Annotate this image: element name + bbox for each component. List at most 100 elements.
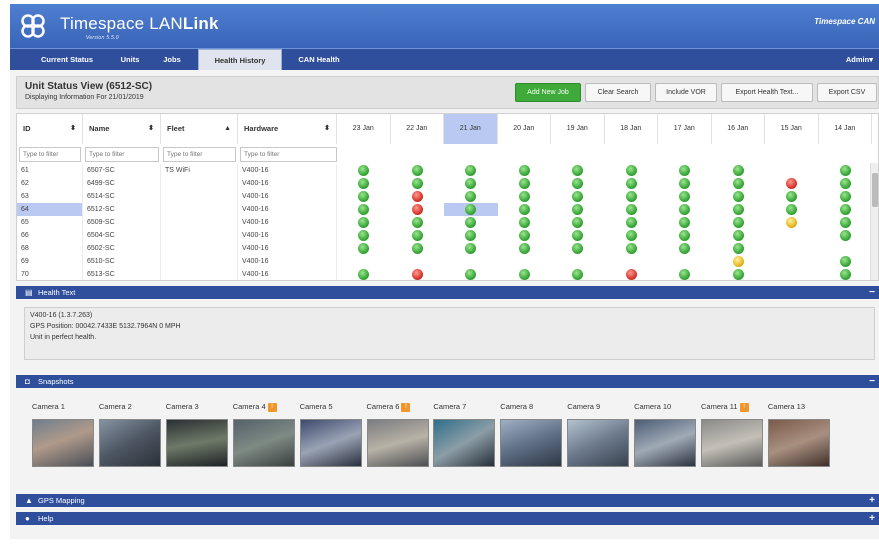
camera-snapshot[interactable]: Camera 1 [32, 401, 96, 467]
status-cell[interactable] [391, 177, 445, 190]
status-cell[interactable] [498, 268, 552, 280]
status-cell[interactable] [712, 177, 766, 190]
status-ok-icon[interactable] [839, 230, 851, 241]
status-ok-icon[interactable] [411, 165, 423, 176]
id-filter-input[interactable] [19, 147, 81, 162]
status-cell[interactable] [605, 216, 659, 229]
status-cell[interactable] [551, 268, 605, 280]
nav-current-status[interactable]: Current Status [28, 49, 106, 70]
status-ok-icon[interactable] [358, 165, 370, 176]
status-cell[interactable] [658, 177, 712, 190]
column-header-date[interactable]: 22 Jan [391, 114, 444, 144]
status-cell[interactable] [498, 190, 552, 203]
status-cell[interactable] [819, 190, 873, 203]
table-row[interactable]: 70 6513-SC V400-16 [17, 268, 872, 280]
camera-thumbnail-image[interactable] [165, 419, 228, 467]
status-ok-icon[interactable] [786, 191, 798, 202]
status-ok-icon[interactable] [465, 230, 477, 241]
camera-snapshot[interactable]: Camera 7 [433, 401, 497, 467]
status-ok-icon[interactable] [839, 269, 851, 280]
status-cell[interactable] [337, 216, 391, 229]
status-cell[interactable] [712, 203, 766, 216]
status-cell[interactable] [658, 216, 712, 229]
health-text-area[interactable]: V400-16 (1.3.7.263) GPS Position: 00042.… [24, 307, 875, 360]
status-cell[interactable] [551, 190, 605, 203]
status-cell[interactable] [498, 164, 552, 177]
status-ok-icon[interactable] [572, 178, 584, 189]
status-cell[interactable] [337, 268, 391, 280]
camera-thumbnail-image[interactable] [98, 419, 161, 467]
status-ok-icon[interactable] [518, 217, 530, 228]
status-ok-icon[interactable] [625, 230, 637, 241]
status-cell[interactable] [498, 203, 552, 216]
status-ok-icon[interactable] [679, 191, 691, 202]
status-cell[interactable] [444, 164, 498, 177]
status-ok-icon[interactable] [358, 269, 370, 280]
camera-thumbnail-image[interactable] [232, 419, 295, 467]
status-ok-icon[interactable] [732, 178, 744, 189]
column-header-date[interactable]: 23 Jan [337, 114, 391, 144]
table-row[interactable]: 66 6504-SC V400-16 [17, 229, 872, 242]
status-cell[interactable] [658, 242, 712, 255]
camera-snapshot[interactable]: Camera 9 [567, 401, 631, 467]
camera-thumbnail-image[interactable] [701, 419, 763, 467]
admin-menu[interactable]: Admin▾ [846, 49, 873, 70]
camera-snapshot[interactable]: Camera 4! [232, 401, 297, 467]
camera-thumbnail-image[interactable] [433, 419, 496, 467]
status-ok-icon[interactable] [411, 217, 423, 228]
status-cell[interactable] [498, 229, 552, 242]
camera-snapshot[interactable]: Camera 6! [366, 401, 431, 467]
status-ok-icon[interactable] [732, 165, 744, 176]
status-ok-icon[interactable] [679, 217, 691, 228]
column-header-date[interactable]: 15 Jan [765, 114, 819, 144]
status-cell[interactable] [712, 164, 766, 177]
status-ok-icon[interactable] [465, 243, 477, 254]
status-ok-icon[interactable] [572, 269, 584, 280]
scrollbar-thumb[interactable] [872, 173, 878, 207]
camera-snapshot[interactable]: Camera 10 [634, 401, 698, 467]
status-ok-icon[interactable] [679, 243, 691, 254]
status-ok-icon[interactable] [411, 230, 423, 241]
export-csv-button[interactable]: Export CSV [817, 83, 877, 102]
status-cell[interactable] [391, 216, 445, 229]
status-ok-icon[interactable] [732, 230, 744, 241]
status-cell[interactable] [712, 268, 766, 280]
grid-scrollbar[interactable] [870, 163, 878, 280]
status-cell[interactable] [658, 268, 712, 280]
camera-snapshot[interactable]: Camera 5 [299, 401, 364, 467]
status-ok-icon[interactable] [358, 230, 370, 241]
status-ok-icon[interactable] [839, 256, 851, 267]
status-cell[interactable] [765, 190, 819, 203]
table-row[interactable]: 62 6499-SC V400-16 [17, 177, 872, 190]
status-ok-icon[interactable] [518, 165, 530, 176]
status-cell[interactable] [498, 216, 552, 229]
collapse-toggle[interactable]: − [869, 286, 875, 299]
status-cell[interactable] [605, 229, 659, 242]
status-ok-icon[interactable] [839, 217, 851, 228]
status-ok-icon[interactable] [358, 178, 370, 189]
status-cell[interactable] [337, 177, 391, 190]
status-cell[interactable] [765, 177, 819, 190]
column-header-fleet[interactable]: Fleet ▲ [161, 114, 238, 144]
status-ok-icon[interactable] [679, 230, 691, 241]
status-ok-icon[interactable] [358, 243, 370, 254]
status-fault-icon[interactable] [786, 178, 798, 189]
status-cell[interactable] [605, 164, 659, 177]
status-cell[interactable] [712, 229, 766, 242]
status-ok-icon[interactable] [625, 243, 637, 254]
column-header-hardware[interactable]: Hardware ⬍ [238, 114, 337, 144]
hardware-filter-input[interactable] [240, 147, 337, 162]
camera-thumbnail-image[interactable] [299, 419, 362, 467]
status-ok-icon[interactable] [839, 191, 851, 202]
status-ok-icon[interactable] [572, 191, 584, 202]
status-ok-icon[interactable] [732, 191, 744, 202]
help-section-header[interactable]: ● Help + [16, 512, 879, 525]
status-cell[interactable] [765, 203, 819, 216]
status-cell[interactable] [444, 229, 498, 242]
add-new-job-button[interactable]: Add New Job [515, 83, 581, 102]
camera-snapshot[interactable]: Camera 3 [165, 401, 230, 467]
status-cell[interactable] [658, 164, 712, 177]
column-header-date[interactable]: 18 Jan [605, 114, 658, 144]
column-header-name[interactable]: Name ⬍ [83, 114, 161, 144]
status-ok-icon[interactable] [625, 217, 637, 228]
